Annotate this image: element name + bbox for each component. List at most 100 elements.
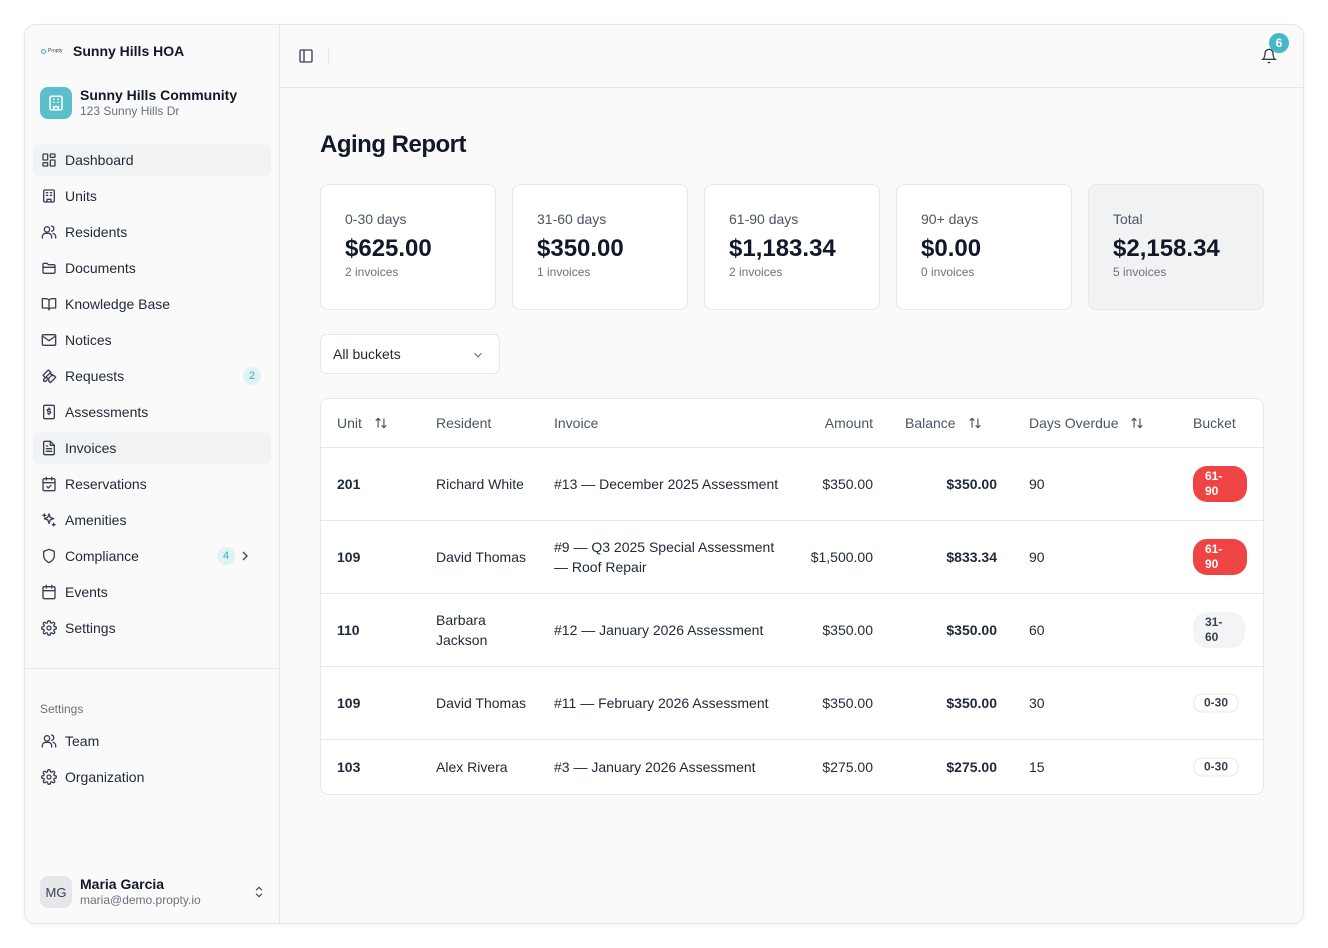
sidebar-item-residents[interactable]: Residents (33, 216, 271, 248)
card-invoice-count: 1 invoices (537, 265, 591, 279)
invoice-cell: #3 — January 2026 Assessment (554, 759, 756, 775)
card-value: $0.00 (921, 235, 982, 262)
bucket-badge: 61-90 (1193, 466, 1247, 502)
amount-cell: $350.00 (822, 476, 873, 492)
sidebar-item-requests[interactable]: Requests 2 (33, 360, 271, 392)
table-row[interactable]: 103 Alex Rivera #3 — January 2026 Assessme… (321, 740, 1263, 794)
shield-icon (43, 548, 55, 564)
table-body: 201 Richard White #13 — December 2025 Asse… (321, 448, 1263, 794)
sidebar-item-label: Assessments (65, 404, 149, 420)
days-overdue-column-header[interactable]: Days Overdue (1029, 415, 1144, 431)
resident-cell: David Thomas (436, 695, 527, 711)
dashboard-icon (42, 153, 56, 167)
amount-cell: $1,500.00 (810, 549, 873, 565)
sidebar-item-label: Events (65, 584, 108, 600)
unit-cell: 201 (337, 476, 361, 492)
sidebar-item-assessments[interactable]: Assessments (33, 396, 271, 428)
summary-card-90-days: 90+ days $0.00 0 invoices (896, 184, 1072, 310)
summary-card-0-30-days: 0-30 days $625.00 2 invoices (320, 184, 496, 310)
sidebar-item-compliance[interactable]: Compliance 4 (33, 540, 271, 572)
invoice-cell: #9 — Q3 2025 Special Assessment — Roof R… (554, 539, 775, 575)
sidebar-toggle-icon[interactable] (298, 48, 314, 64)
sidebar-item-label: Dashboard (65, 152, 134, 168)
sidebar-item-amenities[interactable]: Amenities (33, 504, 271, 536)
sidebar-item-organization[interactable]: Organization (33, 761, 271, 793)
sidebar-item-label: Compliance (65, 548, 139, 564)
sidebar-item-label: Team (65, 733, 100, 749)
settings-nav: Team Organization (33, 725, 271, 797)
folder-icon (42, 262, 56, 274)
sidebar-item-notices[interactable]: Notices (33, 324, 271, 356)
sidebar-item-settings[interactable]: Settings (33, 612, 271, 644)
card-value: $2,158.34 (1113, 235, 1220, 262)
dollar-receipt-icon (43, 404, 55, 420)
table-header: Unit Resident Invoice Amount Balance Day… (321, 399, 1263, 448)
card-label: 90+ days (921, 211, 979, 227)
card-invoice-count: 2 invoices (729, 265, 783, 279)
users-icon (41, 225, 57, 239)
app-window: Propty Sunny Hills HOA Sunny Hills Commu… (24, 24, 1304, 924)
main-content: 6 Aging Report 0-30 days $625.00 2 invoice… (280, 25, 1303, 923)
bucket-filter-select[interactable]: All buckets (320, 334, 500, 374)
table-row[interactable]: 109 David Thomas #11 — February 2026 Asses… (321, 667, 1263, 740)
gear-icon (41, 769, 57, 785)
calendar-icon (42, 584, 56, 600)
sidebar-item-documents[interactable]: Documents (33, 252, 271, 284)
sidebar-item-knowledge-base[interactable]: Knowledge Base (33, 288, 271, 320)
summary-cards: 0-30 days $625.00 2 invoices 31-60 days $350… (320, 184, 1264, 310)
aging-table: Unit Resident Invoice Amount Balance Day… (320, 398, 1264, 795)
days-overdue-cell: 60 (1029, 622, 1045, 638)
propty-logo: Propty (41, 48, 65, 54)
sort-icon (375, 417, 387, 429)
amount-cell: $350.00 (822, 622, 873, 638)
summary-card-31-60-days: 31-60 days $350.00 1 invoices (512, 184, 688, 310)
sidebar-item-label: Organization (65, 769, 145, 785)
bucket-badge: 31-60 (1193, 612, 1245, 648)
card-invoice-count: 0 invoices (921, 265, 975, 279)
sidebar-item-events[interactable]: Events (33, 576, 271, 608)
resident-cell: Alex Rivera (436, 759, 508, 775)
sidebar-item-label: Reservations (65, 476, 147, 492)
balance-column-header[interactable]: Balance (905, 415, 982, 431)
chevron-right-icon[interactable] (237, 548, 253, 564)
amount-cell: $350.00 (822, 695, 873, 711)
unit-column-header[interactable]: Unit (337, 415, 388, 431)
card-label: 61-90 days (729, 211, 799, 227)
table-row[interactable]: 109 David Thomas #9 — Q3 2025 Special Asse… (321, 521, 1263, 594)
bucket-badge: 61-90 (1193, 539, 1247, 575)
card-invoice-count: 5 invoices (1113, 265, 1167, 279)
days-overdue-cell: 90 (1029, 476, 1045, 492)
resident-cell: Barbara Jackson (436, 612, 488, 648)
chevrons-up-down-icon (255, 886, 263, 898)
summary-card-total: Total $2,158.34 5 invoices (1088, 184, 1264, 310)
sidebar-item-invoices[interactable]: Invoices (33, 432, 271, 464)
building-icon (40, 87, 72, 119)
sidebar: Propty Sunny Hills HOA Sunny Hills Commu… (25, 25, 280, 923)
table-row[interactable]: 110 Barbara Jackson #12 — January 2026 Ass… (321, 594, 1263, 667)
resident-column-header: Resident (436, 415, 492, 431)
card-label: 0-30 days (345, 211, 407, 227)
topbar-separator (328, 47, 329, 65)
balance-cell: $833.34 (946, 549, 997, 565)
sort-icon (1131, 417, 1144, 429)
sidebar-item-team[interactable]: Team (33, 725, 271, 757)
user-menu[interactable]: MG Maria Garcia maria@demo.propty.io (40, 876, 266, 908)
page-title: Aging Report (320, 131, 466, 158)
gear-icon (41, 620, 57, 636)
brand[interactable]: Propty Sunny Hills HOA (41, 43, 184, 59)
bucket-column-header: Bucket (1193, 415, 1236, 431)
invoice-column-header: Invoice (554, 415, 599, 431)
sidebar-item-dashboard[interactable]: Dashboard (33, 144, 271, 176)
sidebar-item-units[interactable]: Units (33, 180, 271, 212)
wrench-icon (42, 369, 57, 384)
bucket-filter-value: All buckets (333, 346, 401, 362)
community-switcher[interactable]: Sunny Hills Community 123 Sunny Hills Dr (40, 87, 237, 119)
bucket-badge: 0-30 (1193, 757, 1240, 777)
count-badge: 4 (217, 547, 235, 565)
table-row[interactable]: 201 Richard White #13 — December 2025 Asse… (321, 448, 1263, 521)
days-overdue-cell: 15 (1029, 759, 1045, 775)
balance-cell: $275.00 (946, 759, 997, 775)
days-overdue-cell: 30 (1029, 695, 1045, 711)
sidebar-item-reservations[interactable]: Reservations (33, 468, 271, 500)
avatar: MG (40, 876, 72, 908)
